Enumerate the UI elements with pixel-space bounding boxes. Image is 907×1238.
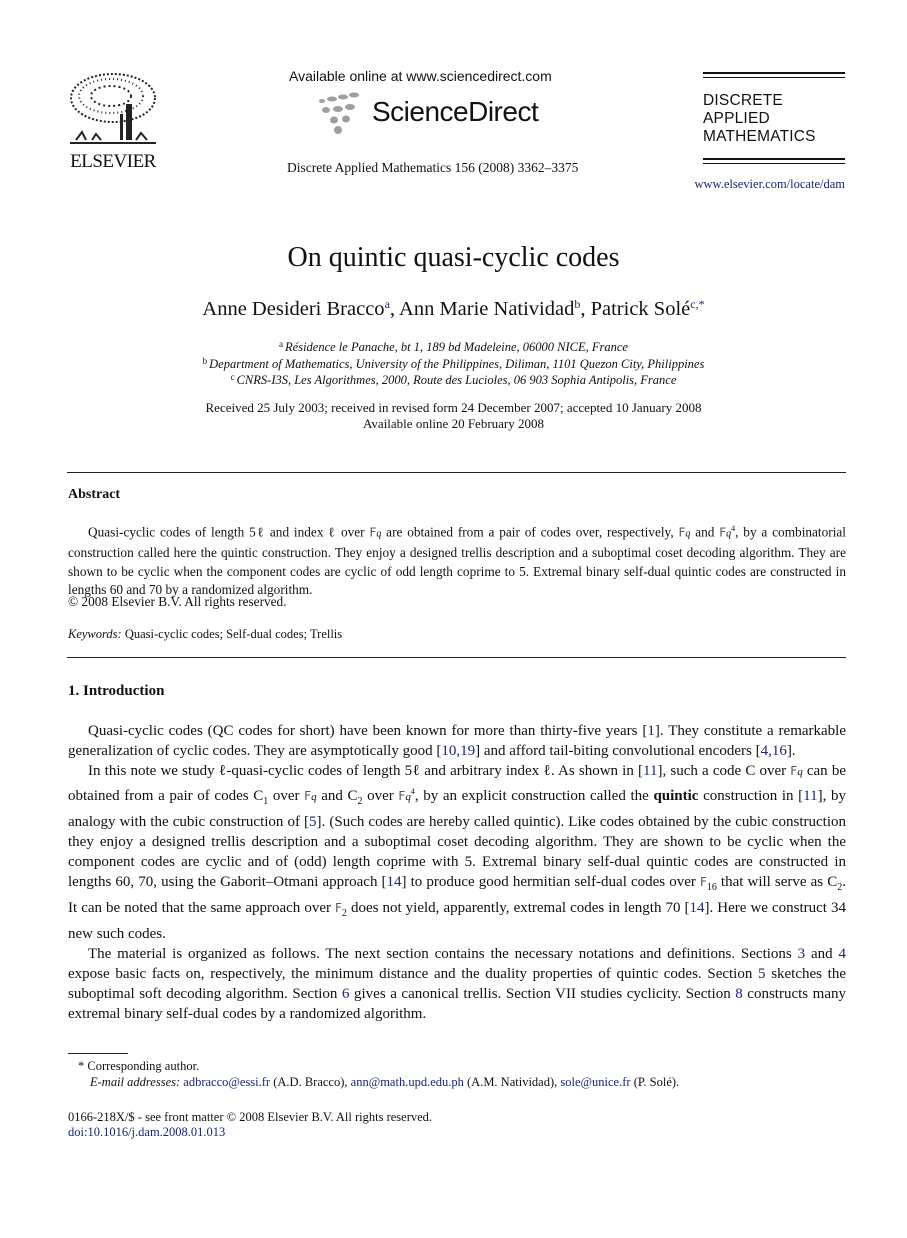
masthead-rule	[703, 158, 845, 160]
journal-url-link[interactable]: www.elsevier.com/locate/dam	[694, 177, 845, 192]
paragraph: Quasi-cyclic codes (QC codes for short) …	[68, 721, 846, 761]
affiliation-mark[interactable]: c,*	[690, 297, 704, 311]
text-run: over	[362, 788, 399, 804]
abstract-heading: Abstract	[68, 487, 121, 502]
divider	[67, 657, 846, 658]
text-run: and	[690, 524, 720, 540]
math-sub: 16	[706, 882, 717, 893]
affiliation: c CNRS-I3S, Les Algorithmes, 2000, Route …	[0, 372, 907, 388]
email-owner: (P. Solé).	[630, 1075, 680, 1089]
email-owner: (A.D. Bracco),	[270, 1075, 351, 1089]
citation-link[interactable]: 14	[690, 900, 705, 916]
affiliation: b Department of Mathematics, University o…	[0, 356, 907, 372]
journal-title-line: APPLIED	[703, 110, 770, 127]
text-run: ].	[786, 743, 796, 759]
paragraph: In this note we study ℓ-quasi-cyclic cod…	[68, 761, 846, 944]
available-online-text: Available online at www.sciencedirect.co…	[289, 68, 552, 84]
citation-link[interactable]: 10,19	[441, 743, 475, 759]
corresponding-author-note: * Corresponding author.	[78, 1059, 200, 1073]
keywords: Keywords: Quasi-cyclic codes; Self-dual …	[68, 627, 342, 642]
section-link[interactable]: 4	[839, 946, 847, 962]
email-link[interactable]: adbracco@essi.fr	[183, 1075, 270, 1089]
abstract-text: Quasi-cyclic codes of length 5ℓ and inde…	[68, 520, 846, 600]
text-run: does not yield, apparently, extremal cod…	[346, 900, 690, 916]
email-label: E-mail addresses:	[90, 1075, 181, 1089]
journal-citation: Discrete Applied Mathematics 156 (2008) …	[287, 160, 579, 175]
affiliation: a Résidence le Panache, bt 1, 189 bd Made…	[0, 339, 907, 355]
issn-notice: 0166-218X/$ - see front matter © 2008 El…	[68, 1110, 433, 1124]
text-run: ] and afford tail-biting convolutional e…	[475, 743, 761, 759]
text-run: In this note we study ℓ-quasi-cyclic cod…	[88, 763, 644, 779]
paragraph: The material is organized as follows. Th…	[68, 944, 846, 1024]
elsevier-tree-icon	[70, 73, 156, 144]
article-title: On quintic quasi-cyclic codes	[287, 242, 620, 273]
section-heading: 1. Introduction	[68, 683, 165, 699]
bold-term: quintic	[653, 788, 699, 804]
copyright-notice: © 2008 Elsevier B.V. All rights reserved…	[68, 594, 287, 609]
section-link[interactable]: 8	[735, 986, 743, 1002]
text-run: that will serve as C	[716, 874, 838, 890]
affiliation-text: Résidence le Panache, bt 1, 189 bd Madel…	[285, 340, 628, 354]
masthead-rule	[703, 77, 845, 78]
citation-link[interactable]: 5	[309, 814, 317, 830]
keywords-list: Quasi-cyclic codes; Self-dual codes; Tre…	[124, 627, 343, 641]
email-owner: (A.M. Natividad),	[463, 1075, 561, 1089]
citation-link[interactable]: 14	[387, 874, 402, 890]
journal-title-line: MATHEMATICS	[703, 128, 816, 145]
elsevier-wordmark: ELSEVIER	[70, 151, 156, 172]
text-run: and	[805, 946, 839, 962]
sciencedirect-logo: ScienceDirect	[314, 92, 554, 136]
text-run: gives a canonical trellis. Section VII s…	[349, 986, 736, 1002]
sciencedirect-dots-icon	[319, 92, 359, 134]
introduction-body: Quasi-cyclic codes (QC codes for short) …	[68, 721, 846, 1024]
math-F2: F	[335, 901, 342, 915]
affiliation-mark[interactable]: a	[385, 297, 390, 311]
text-run: ], such a code C over	[657, 763, 791, 779]
section-link[interactable]: 3	[798, 946, 806, 962]
affiliation-label: a	[279, 339, 284, 349]
math-F16: F	[699, 875, 707, 889]
journal-title: DISCRETE APPLIED MATHEMATICS	[703, 92, 845, 146]
available-online-date: Available online 20 February 2008	[363, 416, 544, 431]
sciencedirect-wordmark: ScienceDirect	[372, 96, 539, 127]
footnote-rule	[68, 1053, 128, 1054]
author-name: Ann Marie Natividad	[399, 298, 575, 320]
text-run: ] to produce good hermitian self-dual co…	[401, 874, 700, 890]
author-name: Anne Desideri Bracco	[202, 298, 385, 320]
author-name: Patrick Solé	[590, 298, 691, 320]
email-link[interactable]: sole@unice.fr	[560, 1075, 630, 1089]
text-run: over	[268, 788, 305, 804]
text-run: Quasi-cyclic codes of length 5ℓ and inde…	[88, 524, 370, 540]
text-run: and C	[316, 788, 358, 804]
citation-link[interactable]: 4,16	[761, 743, 787, 759]
divider	[67, 472, 846, 473]
citation-link[interactable]: 1	[647, 723, 655, 739]
text-run: are obtained from a pair of codes over, …	[381, 524, 679, 540]
affiliation-label: c	[230, 372, 235, 382]
masthead-rule	[703, 72, 845, 74]
affiliation-text: Department of Mathematics, University of…	[209, 357, 705, 371]
doi-link[interactable]: doi:10.1016/j.dam.2008.01.013	[68, 1125, 225, 1140]
elsevier-logo: ELSEVIER	[66, 70, 160, 174]
affiliation-mark[interactable]: b	[574, 297, 580, 311]
citation-link[interactable]: 11	[803, 788, 817, 804]
affiliation-text: CNRS-I3S, Les Algorithmes, 2000, Route d…	[236, 373, 677, 387]
journal-title-line: DISCRETE	[703, 92, 783, 109]
journal-masthead: DISCRETE APPLIED MATHEMATICS	[703, 72, 845, 167]
email-link[interactable]: ann@math.upd.edu.ph	[351, 1075, 464, 1089]
text-run: , by an explicit construction called the	[414, 788, 654, 804]
affiliation-label: b	[202, 356, 208, 366]
section-link[interactable]: 5	[758, 966, 766, 982]
keywords-label: Keywords:	[68, 627, 122, 641]
text-run: expose basic facts on, respectively, the…	[68, 966, 759, 982]
received-dates: Received 25 July 2003; received in revis…	[205, 400, 702, 415]
text-run: construction in [	[698, 788, 804, 804]
text-run: The material is organized as follows. Th…	[88, 946, 798, 962]
text-run: Quasi-cyclic codes (QC codes for short) …	[88, 723, 648, 739]
email-addresses: E-mail addresses: adbracco@essi.fr (A.D.…	[90, 1075, 679, 1090]
author-list: Anne Desideri Braccoa, Ann Marie Nativid…	[202, 297, 705, 320]
masthead-rule	[703, 163, 845, 164]
citation-link[interactable]: 11	[643, 763, 657, 779]
